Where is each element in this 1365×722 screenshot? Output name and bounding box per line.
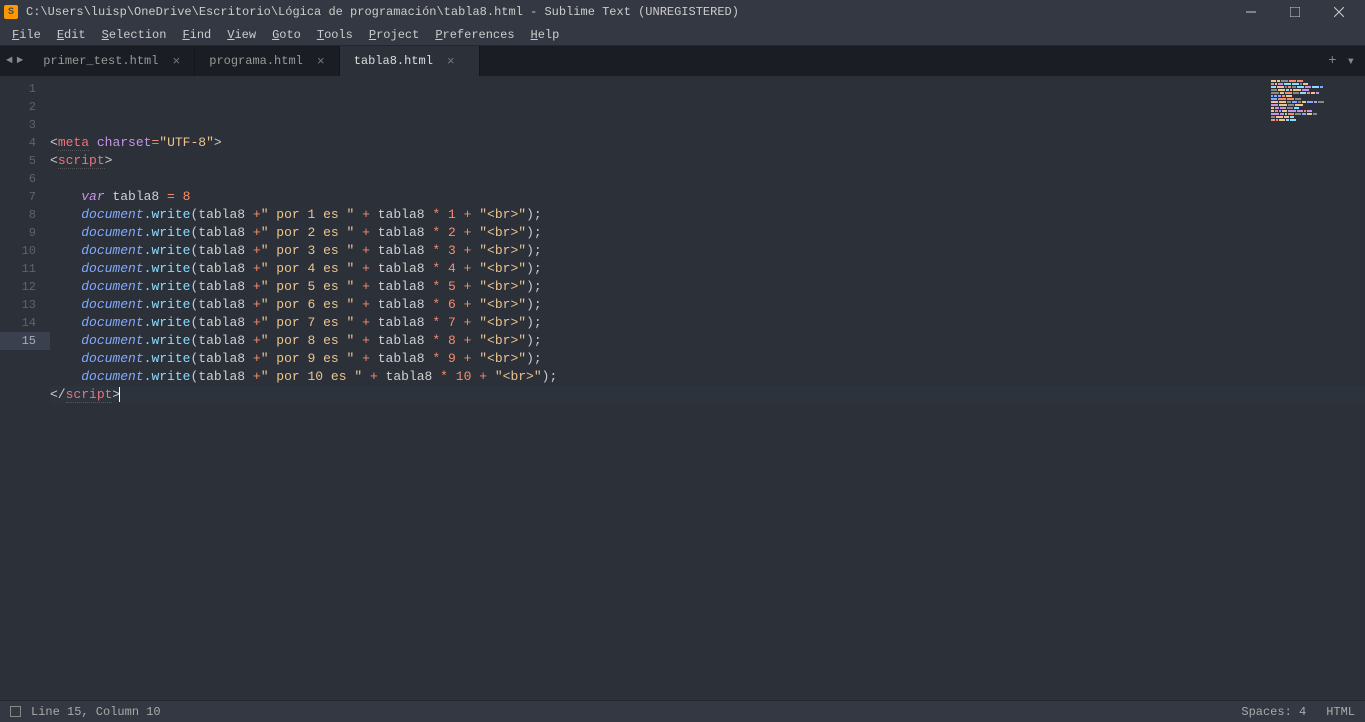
tab-programa-html[interactable]: programa.html × [195,46,339,76]
tab-label: programa.html [209,54,303,68]
menu-tools[interactable]: Tools [309,28,361,42]
cursor-position[interactable]: Line 15, Column 10 [31,705,161,719]
code-line[interactable]: document.write(tabla8 +" por 8 es " + ta… [50,332,1365,350]
tab-primer_test-html[interactable]: primer_test.html × [29,46,195,76]
line-number[interactable]: 14 [0,314,50,332]
tab-overflow-icon[interactable]: ▾ [1347,53,1355,70]
code-area[interactable]: <meta charset="UTF-8"><script> var tabla… [50,76,1365,700]
code-line[interactable]: document.write(tabla8 +" por 9 es " + ta… [50,350,1365,368]
menu-goto[interactable]: Goto [264,28,309,42]
minimap[interactable] [1271,80,1351,104]
code-line[interactable]: document.write(tabla8 +" por 2 es " + ta… [50,224,1365,242]
code-line[interactable] [50,170,1365,188]
close-button[interactable] [1317,0,1361,24]
line-number[interactable]: 11 [0,260,50,278]
close-icon[interactable]: × [172,54,180,69]
code-line[interactable]: </script> [50,386,1365,404]
line-number[interactable]: 8 [0,206,50,224]
code-line[interactable]: <meta charset="UTF-8"> [50,134,1365,152]
new-tab-icon[interactable]: + [1328,53,1336,69]
editor[interactable]: 123456789101112131415 <meta charset="UTF… [0,76,1365,700]
menu-view[interactable]: View [219,28,264,42]
window-controls [1229,0,1361,24]
maximize-button[interactable] [1273,0,1317,24]
line-number[interactable]: 10 [0,242,50,260]
code-line[interactable]: document.write(tabla8 +" por 5 es " + ta… [50,278,1365,296]
tab-nav-arrows: ◄ ► [0,46,29,76]
menu-find[interactable]: Find [174,28,219,42]
code-line[interactable]: document.write(tabla8 +" por 1 es " + ta… [50,206,1365,224]
window-title: C:\Users\luisp\OneDrive\Escritorio\Lógic… [26,5,1229,19]
statusbar: Line 15, Column 10 Spaces: 4 HTML [0,700,1365,722]
line-number[interactable]: 2 [0,98,50,116]
menu-selection[interactable]: Selection [94,28,175,42]
text-cursor [119,387,120,402]
line-number[interactable]: 13 [0,296,50,314]
line-number[interactable]: 5 [0,152,50,170]
code-line[interactable]: document.write(tabla8 +" por 4 es " + ta… [50,260,1365,278]
close-icon[interactable]: × [317,54,325,69]
line-number[interactable]: 3 [0,116,50,134]
tab-tabla8-html[interactable]: tabla8.html × [340,46,480,76]
menu-preferences[interactable]: Preferences [427,28,522,42]
line-number[interactable]: 7 [0,188,50,206]
menu-file[interactable]: File [4,28,49,42]
syntax-setting[interactable]: HTML [1326,705,1355,719]
code-line[interactable]: <script> [50,152,1365,170]
panel-icon[interactable] [10,706,21,717]
indentation-setting[interactable]: Spaces: 4 [1241,705,1306,719]
titlebar: S C:\Users\luisp\OneDrive\Escritorio\Lóg… [0,0,1365,24]
close-icon[interactable]: × [447,54,455,69]
line-number[interactable]: 1 [0,80,50,98]
menu-project[interactable]: Project [361,28,427,42]
tabbar: ◄ ► primer_test.html×programa.html×tabla… [0,46,1365,76]
nav-back-icon[interactable]: ◄ [6,55,13,67]
code-line[interactable]: document.write(tabla8 +" por 10 es " + t… [50,368,1365,386]
code-line[interactable]: document.write(tabla8 +" por 7 es " + ta… [50,314,1365,332]
nav-forward-icon[interactable]: ► [17,55,24,67]
app-icon: S [4,5,18,19]
line-number[interactable]: 15 [0,332,50,350]
code-line[interactable]: document.write(tabla8 +" por 3 es " + ta… [50,242,1365,260]
menu-edit[interactable]: Edit [49,28,94,42]
line-number[interactable]: 6 [0,170,50,188]
tab-label: primer_test.html [43,54,158,68]
code-line[interactable]: document.write(tabla8 +" por 6 es " + ta… [50,296,1365,314]
line-number[interactable]: 9 [0,224,50,242]
minimize-button[interactable] [1229,0,1273,24]
code-line[interactable]: var tabla8 = 8 [50,188,1365,206]
line-number[interactable]: 4 [0,134,50,152]
tab-label: tabla8.html [354,54,433,68]
menubar: FileEditSelectionFindViewGotoToolsProjec… [0,24,1365,46]
menu-help[interactable]: Help [523,28,568,42]
gutter[interactable]: 123456789101112131415 [0,76,50,700]
line-number[interactable]: 12 [0,278,50,296]
